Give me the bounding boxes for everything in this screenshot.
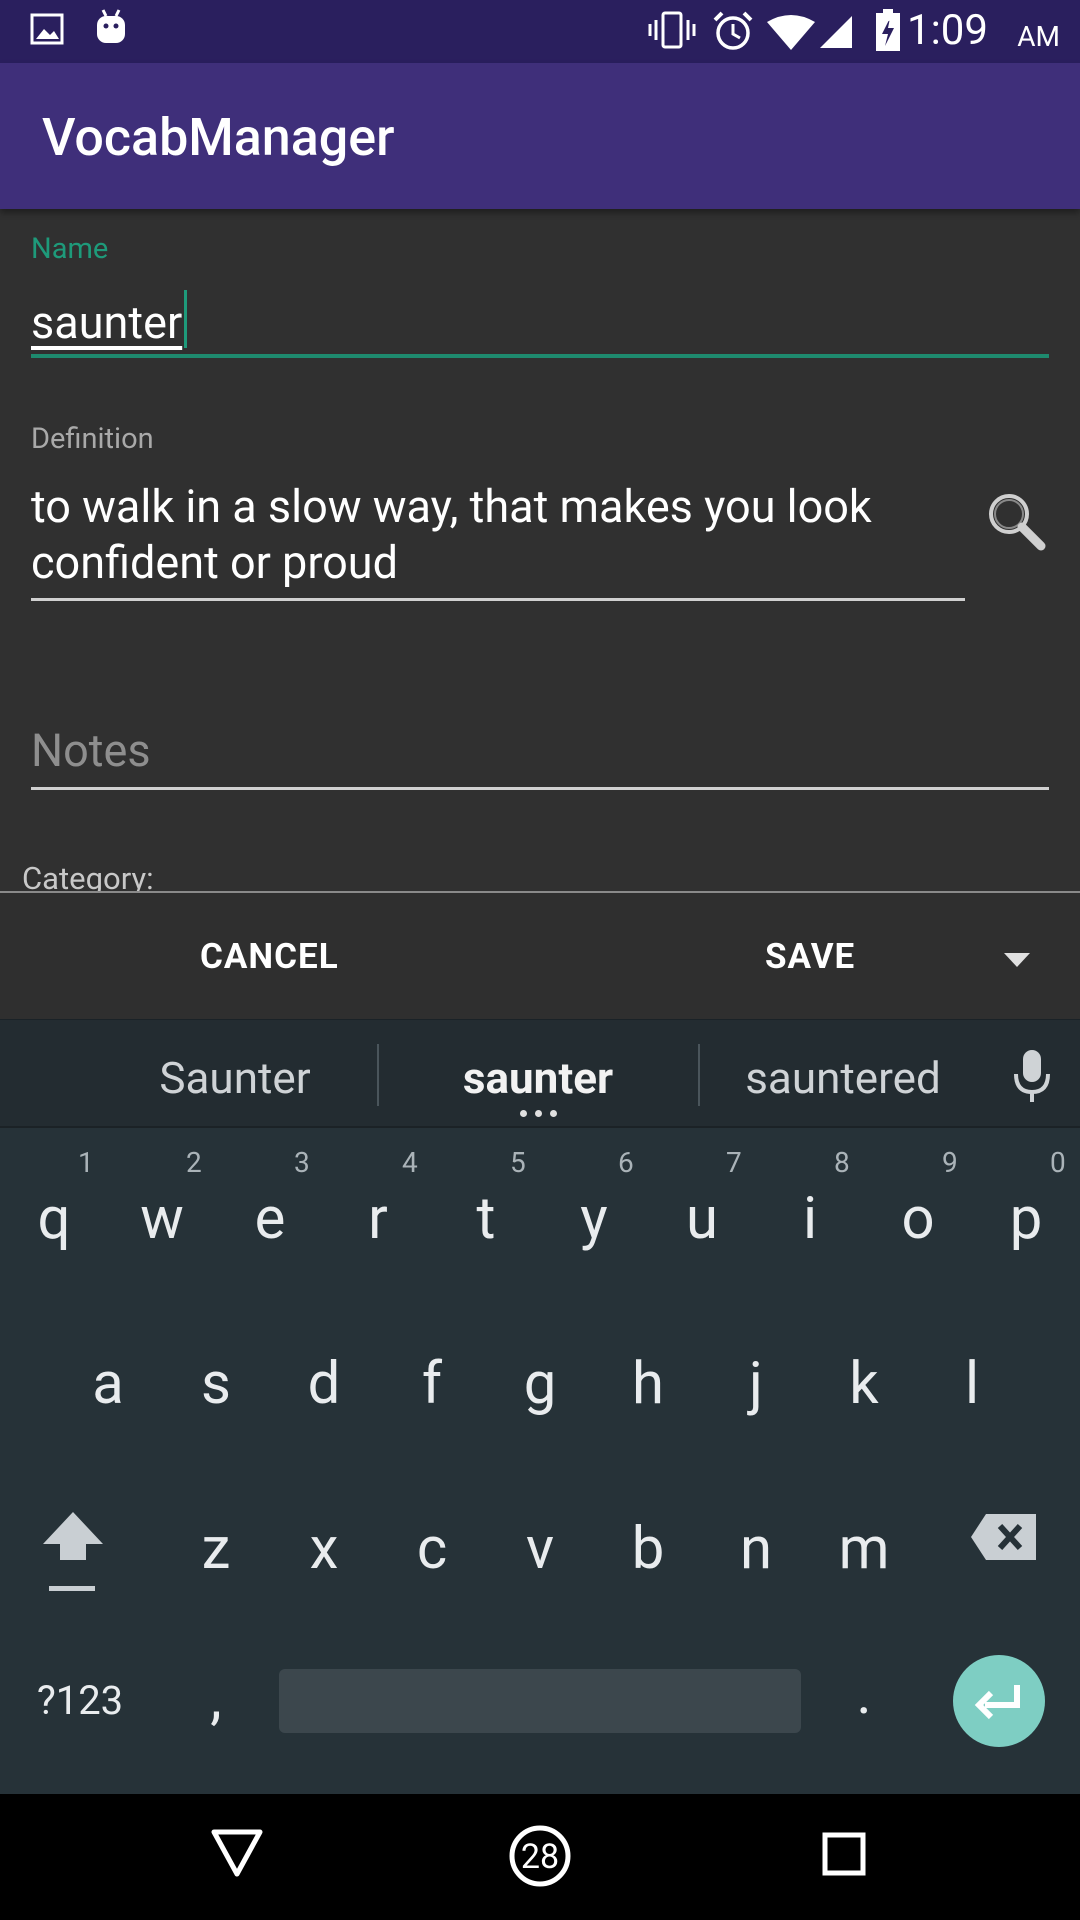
vibrate-icon <box>648 11 696 49</box>
navigation-bar: 28 <box>0 1794 1080 1920</box>
suggestion-divider <box>698 1044 700 1106</box>
recents-icon[interactable] <box>822 1832 866 1876</box>
key-w[interactable]: w <box>108 1185 216 1253</box>
suggestion-item[interactable]: sauntered <box>718 1052 968 1104</box>
keyboard-hide-icon[interactable] <box>1002 951 1032 969</box>
text-cursor <box>184 290 188 348</box>
cancel-button[interactable]: CANCEL <box>200 936 339 977</box>
home-badge: 28 <box>520 1837 560 1877</box>
wifi-icon <box>767 15 815 50</box>
period-key[interactable]: . <box>810 1660 918 1728</box>
space-key[interactable] <box>279 1669 801 1733</box>
key-r[interactable]: r <box>324 1185 432 1253</box>
key-j[interactable]: j <box>702 1350 810 1418</box>
name-input-value: saunter <box>31 296 183 349</box>
key-n[interactable]: n <box>702 1515 810 1583</box>
enter-icon <box>974 1685 1020 1720</box>
symbols-key[interactable]: ?123 <box>20 1677 140 1724</box>
key-h[interactable]: h <box>594 1350 702 1418</box>
image-icon <box>30 13 64 45</box>
key-s[interactable]: s <box>162 1350 270 1418</box>
definition-label: Definition <box>31 422 154 456</box>
category-label: Category: <box>22 860 154 891</box>
definition-input[interactable]: to walk in a slow way, that makes you lo… <box>31 479 966 591</box>
back-icon[interactable] <box>210 1828 264 1878</box>
key-a[interactable]: a <box>54 1350 162 1418</box>
soft-keyboard: Saunter saunter sauntered q 1w 2e 3r 4t 5y 6u 7… <box>0 1019 1080 1795</box>
microphone-icon[interactable] <box>1012 1048 1052 1104</box>
name-label: Name <box>31 232 109 266</box>
key-hint-9: 9 <box>942 1146 958 1179</box>
save-button[interactable]: SAVE <box>765 936 855 977</box>
suggestion-strip: Saunter saunter sauntered <box>0 1020 1080 1128</box>
key-i[interactable]: i <box>756 1185 864 1253</box>
clock-ampm: AM <box>1017 20 1060 53</box>
key-t[interactable]: t <box>432 1185 540 1253</box>
key-l[interactable]: l <box>918 1350 1026 1418</box>
suggestion-item[interactable]: saunter <box>413 1052 663 1104</box>
home-button[interactable]: 28 <box>508 1824 572 1888</box>
key-hint-6: 6 <box>618 1146 634 1179</box>
backspace-key-icon[interactable] <box>970 1512 1038 1562</box>
key-q[interactable]: q <box>0 1185 108 1253</box>
key-o[interactable]: o <box>864 1185 972 1253</box>
key-hint-5: 5 <box>510 1146 526 1179</box>
app-bar: VocabManager <box>0 63 1080 209</box>
notes-input-underline <box>31 787 1049 790</box>
dialog-button-bar: CANCEL SAVE <box>0 891 1080 1021</box>
key-b[interactable]: b <box>594 1515 702 1583</box>
key-y[interactable]: y <box>540 1185 648 1253</box>
key-z[interactable]: z <box>162 1515 270 1583</box>
key-v[interactable]: v <box>486 1515 594 1583</box>
suggestion-divider <box>377 1044 379 1106</box>
key-hint-4: 4 <box>402 1146 418 1179</box>
key-hint-7: 7 <box>726 1146 742 1179</box>
name-input-underline <box>31 354 1049 358</box>
key-c[interactable]: c <box>378 1515 486 1583</box>
key-hint-1: 1 <box>78 1146 94 1179</box>
key-u[interactable]: u <box>648 1185 756 1253</box>
definition-input-underline <box>31 598 965 601</box>
key-e[interactable]: e <box>216 1185 324 1253</box>
status-bar: 11:09 AM <box>0 0 1080 63</box>
signal-icon <box>820 16 852 48</box>
key-d[interactable]: d <box>270 1350 378 1418</box>
clock-time: 11:09 <box>883 6 988 55</box>
key-hint-3: 3 <box>294 1146 310 1179</box>
enter-key[interactable] <box>953 1655 1045 1747</box>
name-input[interactable]: saunter <box>31 290 188 349</box>
key-f[interactable]: f <box>378 1350 486 1418</box>
key-x[interactable]: x <box>270 1515 378 1583</box>
key-k[interactable]: k <box>810 1350 918 1418</box>
comma-key[interactable]: , <box>162 1665 270 1733</box>
key-hint-8: 8 <box>834 1146 850 1179</box>
more-suggestions-icon <box>520 1110 560 1118</box>
alarm-icon <box>713 11 753 50</box>
search-icon[interactable] <box>985 490 1047 552</box>
key-hint-2: 2 <box>186 1146 202 1179</box>
key-g[interactable]: g <box>486 1350 594 1418</box>
android-icon <box>97 9 125 43</box>
key-m[interactable]: m <box>810 1515 918 1583</box>
key-hint-0: 0 <box>1050 1146 1066 1179</box>
app-title: VocabManager <box>42 107 395 168</box>
key-p[interactable]: p <box>972 1185 1080 1253</box>
suggestion-item[interactable]: Saunter <box>110 1052 360 1104</box>
shift-key-icon[interactable] <box>40 1508 106 1600</box>
notes-input[interactable]: Notes <box>31 724 151 777</box>
